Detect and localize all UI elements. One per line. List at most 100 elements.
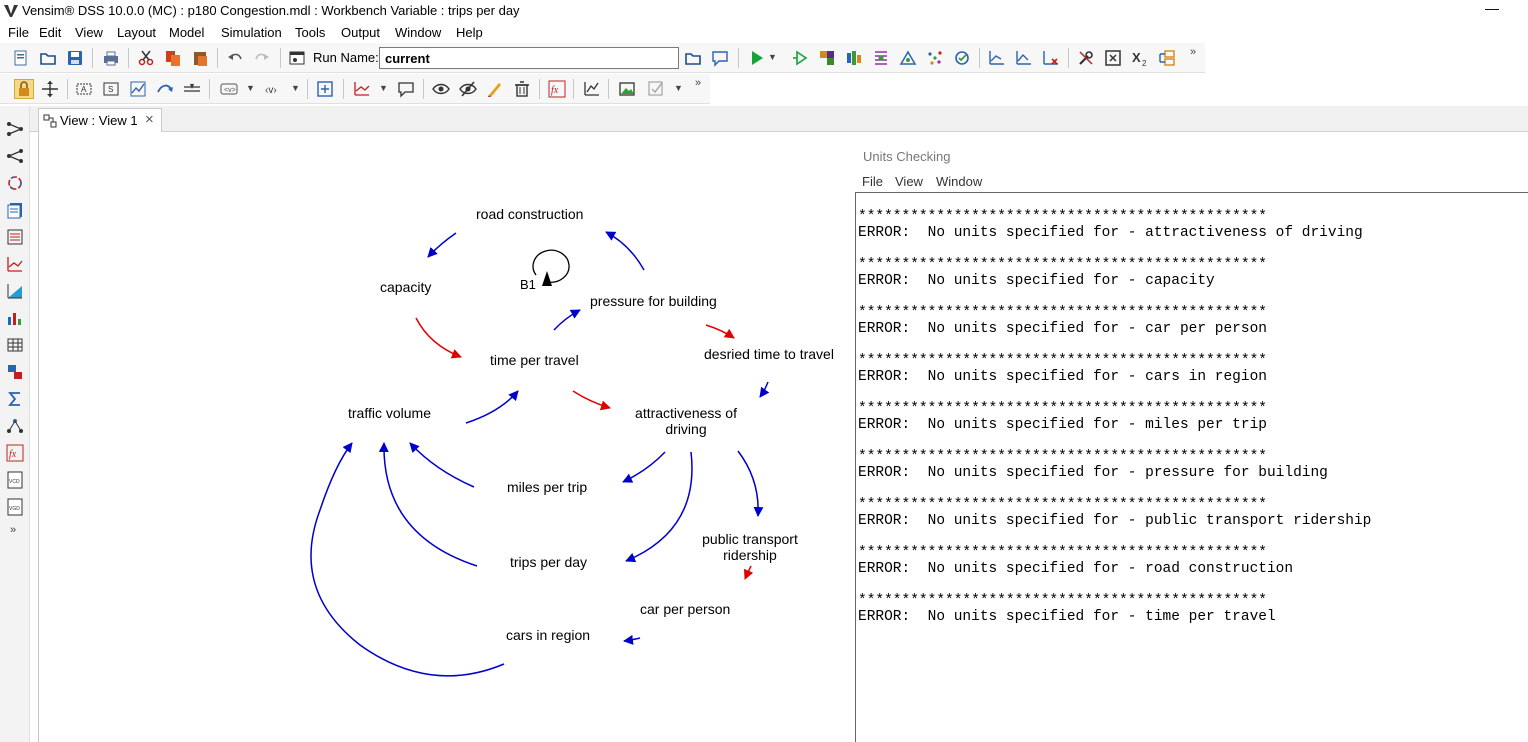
reality-check-button[interactable] <box>953 49 971 67</box>
sketch-comment-button[interactable] <box>316 80 334 98</box>
var-cars-in-region[interactable]: cars in region <box>506 627 590 643</box>
io-dropdown-icon[interactable]: ▼ <box>291 83 300 93</box>
undo-button[interactable] <box>226 49 244 67</box>
image-button[interactable] <box>618 80 636 98</box>
vcd-tool[interactable]: VCD <box>6 471 24 489</box>
var-desried-time-to-travel[interactable]: desried time to travel <box>704 346 834 362</box>
comment-button[interactable] <box>711 49 729 67</box>
var-attractiveness-of-driving[interactable]: attractiveness of driving <box>631 405 741 437</box>
highlight-button[interactable] <box>486 80 504 98</box>
var-car-per-person[interactable]: car per person <box>640 601 730 617</box>
optimize-button[interactable] <box>872 49 890 67</box>
summary-tool[interactable] <box>6 390 24 408</box>
model-check-button[interactable] <box>647 80 665 98</box>
causes-strip-tool[interactable] <box>6 228 24 246</box>
redo-button[interactable] <box>253 49 271 67</box>
arrow-tool-button[interactable] <box>156 80 174 98</box>
delete-run-button[interactable] <box>1042 49 1060 67</box>
loops-tool[interactable] <box>6 174 24 192</box>
menu-file[interactable]: File <box>8 25 29 40</box>
var-traffic-volume[interactable]: traffic volume <box>348 405 431 421</box>
menu-window[interactable]: Window <box>395 25 441 40</box>
delete-button[interactable] <box>513 80 531 98</box>
var-road-construction[interactable]: road construction <box>476 206 583 222</box>
causes-graph-button[interactable] <box>353 80 371 98</box>
equations-tool[interactable]: fx <box>6 444 24 462</box>
simulate-dropdown-icon[interactable]: ▼ <box>768 52 777 62</box>
menu-view[interactable]: View <box>75 25 103 40</box>
menu-output[interactable]: Output <box>341 25 380 40</box>
copy-button[interactable] <box>164 49 182 67</box>
graph-tool-button[interactable] <box>129 80 147 98</box>
gaming-button[interactable] <box>818 49 836 67</box>
input-output-button[interactable]: ‹v› <box>264 80 282 98</box>
move-size-button[interactable] <box>41 80 59 98</box>
menu-edit[interactable]: Edit <box>39 25 61 40</box>
paste-button[interactable] <box>191 49 209 67</box>
runs-compare-tool[interactable] <box>6 363 24 381</box>
compare-runs-button[interactable] <box>988 49 1006 67</box>
simulate-button[interactable] <box>748 49 766 67</box>
vgd-tool[interactable]: VGD <box>6 498 24 516</box>
analysis-toolbar-overflow-icon[interactable]: » <box>10 524 16 536</box>
var-time-per-travel[interactable]: time per travel <box>490 352 579 368</box>
menu-simulation[interactable]: Simulation <box>221 25 282 40</box>
bar-graph-tool[interactable] <box>6 309 24 327</box>
lock-sketch-button[interactable] <box>14 79 34 99</box>
model-check-dropdown-icon[interactable]: ▼ <box>674 83 683 93</box>
hide-variable-button[interactable] <box>432 80 450 98</box>
minimize-button[interactable]: — <box>1482 0 1502 20</box>
units-menu-file[interactable]: File <box>862 174 883 189</box>
causes-tree-tool[interactable] <box>6 120 24 138</box>
uses-tree-tool[interactable] <box>6 147 24 165</box>
new-model-button[interactable] <box>12 49 30 67</box>
var-capacity[interactable]: capacity <box>380 279 431 295</box>
open-model-button[interactable] <box>39 49 57 67</box>
units-checking-output[interactable]: ****************************************… <box>855 192 1528 742</box>
equations-button[interactable]: fx <box>548 80 566 98</box>
sensitivity-button[interactable] <box>845 49 863 67</box>
save-button[interactable] <box>66 49 84 67</box>
tab-view-1[interactable]: View : View 1 × <box>38 108 162 132</box>
var-trips-per-day[interactable]: trips per day <box>510 554 587 570</box>
menu-tools[interactable]: Tools <box>295 25 325 40</box>
document-tool[interactable] <box>6 201 24 219</box>
var-public-transport-ridership[interactable]: public transport ridership <box>700 531 800 563</box>
menu-model[interactable]: Model <box>169 25 204 40</box>
load-runs-button[interactable] <box>1015 49 1033 67</box>
run-settings-button[interactable] <box>288 49 306 67</box>
reality-check-tool[interactable] <box>6 417 24 435</box>
annotation-button[interactable] <box>397 80 415 98</box>
arrange-button[interactable] <box>1158 49 1176 67</box>
menu-help[interactable]: Help <box>456 25 483 40</box>
variable-tool-button[interactable]: A <box>75 80 93 98</box>
toolbar-overflow-icon[interactable]: » <box>1190 46 1196 58</box>
dashboard-button[interactable] <box>1104 49 1122 67</box>
causes-graph-dropdown-icon[interactable]: ▼ <box>379 83 388 93</box>
table-tool[interactable] <box>6 336 24 354</box>
calibrate-button[interactable] <box>899 49 917 67</box>
units-menu-view[interactable]: View <box>895 174 923 189</box>
sketch-toolbar-overflow-icon[interactable]: » <box>695 77 701 89</box>
box-variable-button[interactable]: S <box>102 80 120 98</box>
browse-run-button[interactable] <box>684 49 702 67</box>
synthesim-button[interactable] <box>791 49 809 67</box>
graph-tool[interactable] <box>6 255 24 273</box>
shadow-variable-button[interactable]: <v> <box>220 80 238 98</box>
var-pressure-for-building[interactable]: pressure for building <box>590 293 717 309</box>
cut-button[interactable] <box>137 49 155 67</box>
unhide-variable-button[interactable] <box>459 80 477 98</box>
run-name-input[interactable] <box>379 47 679 69</box>
print-button[interactable] <box>102 49 120 67</box>
graph-analysis-button[interactable] <box>583 80 601 98</box>
monte-carlo-button[interactable] <box>926 49 944 67</box>
tools-button[interactable] <box>1077 49 1095 67</box>
var-miles-per-trip[interactable]: miles per trip <box>507 479 587 495</box>
rate-tool-button[interactable] <box>183 80 201 98</box>
sensitivity-graph-tool[interactable] <box>6 282 24 300</box>
close-tab-icon[interactable]: × <box>145 111 154 128</box>
units-menu-window[interactable]: Window <box>936 174 982 189</box>
subscript-button[interactable]: X2 <box>1131 49 1149 67</box>
menu-layout[interactable]: Layout <box>117 25 156 40</box>
shadow-dropdown-icon[interactable]: ▼ <box>246 83 255 93</box>
